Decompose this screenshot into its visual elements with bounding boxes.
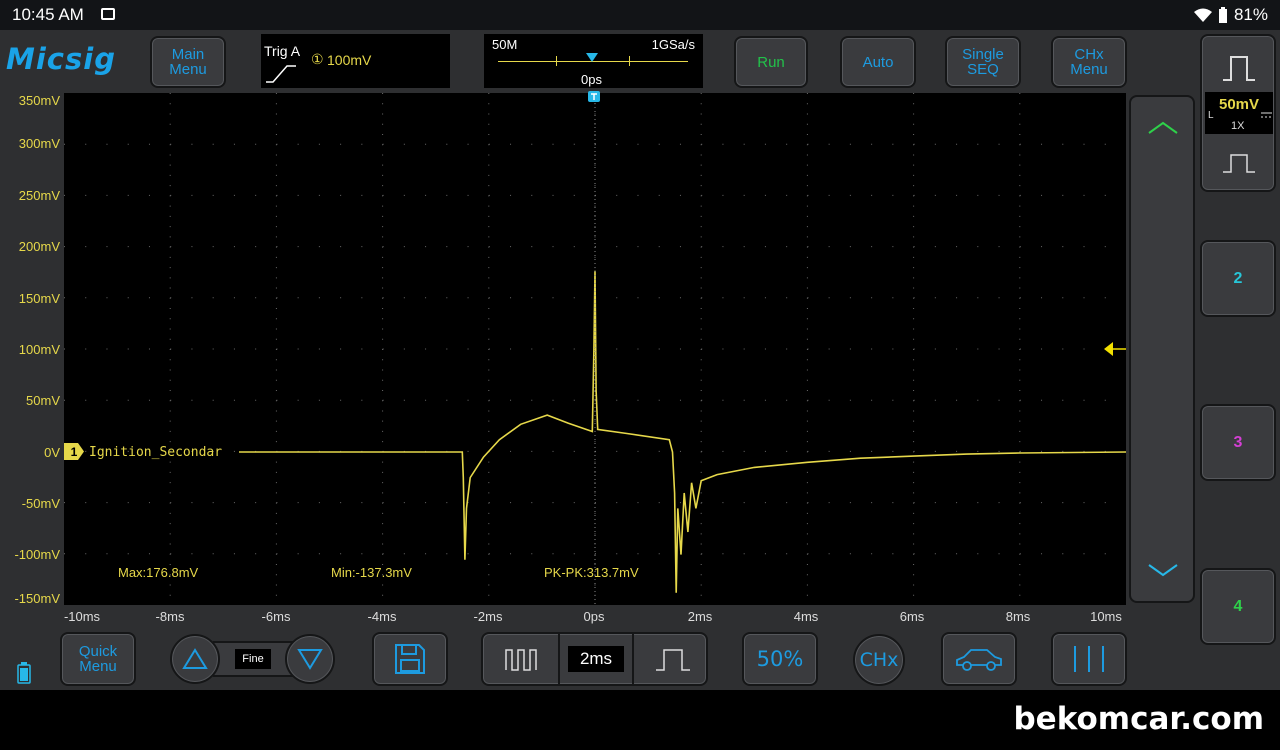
channel-2-label: 2 (1233, 269, 1243, 287)
channel-1-label: Ignition_Secondar (89, 445, 223, 460)
cursor-menu-button[interactable] (1051, 632, 1127, 686)
y-tick-label: 300mV (18, 136, 60, 151)
fifty-percent-button[interactable]: 50% (742, 632, 818, 686)
battery-icon (1218, 7, 1227, 23)
trigger-position-marker-icon (586, 53, 598, 62)
channel-1-control[interactable]: 50mV L 1X (1200, 34, 1276, 192)
x-tick-label: -4ms (367, 609, 397, 624)
trigger-channel: ① (311, 51, 324, 67)
y-tick-label: 150mV (18, 291, 60, 306)
car-icon (956, 649, 1002, 671)
channel-1-scale: 50mV (1219, 96, 1260, 113)
x-tick-label: 10ms (1090, 609, 1122, 624)
save-disk-icon (395, 644, 425, 674)
channel-3-label: 3 (1233, 433, 1243, 451)
status-bar: 10:45 AM 81% (0, 0, 1280, 30)
increase-button[interactable] (170, 634, 220, 684)
trigger-level-marker-icon[interactable] (1104, 342, 1126, 356)
timebase-decrease-icon[interactable] (505, 646, 539, 672)
x-tick-label: -2ms (473, 609, 503, 624)
channel-1-probe: 1X (1231, 120, 1245, 132)
main-menu-button[interactable]: Main Menu (150, 36, 226, 88)
memory-depth: 50M (492, 37, 518, 52)
battery-percent: 81% (1233, 5, 1268, 24)
timebase-value-cell: 2ms (558, 634, 634, 684)
vertical-cursors-icon (1074, 646, 1104, 672)
trigger-position: 0ps (581, 72, 602, 87)
y-tick-label: -100mV (14, 547, 60, 562)
dc-coupling-icon (1261, 112, 1272, 118)
battery-status-icon (17, 662, 31, 684)
chevron-down-icon[interactable] (1147, 563, 1179, 577)
quick-menu-button[interactable]: Quick Menu (60, 632, 136, 686)
sample-rate: 1GSa/s (651, 37, 695, 52)
chevron-up-icon[interactable] (1147, 121, 1179, 135)
timebase-control: 2ms (481, 632, 708, 686)
x-tick-label: 8ms (1005, 609, 1031, 624)
trigger-time-marker-icon[interactable] (588, 91, 600, 105)
single-seq-button[interactable]: Single SEQ (945, 36, 1021, 88)
automotive-button[interactable] (941, 632, 1017, 686)
x-tick-label: -8ms (155, 609, 185, 624)
channel-4-label: 4 (1233, 597, 1243, 615)
channel-2-button[interactable]: 2 (1200, 240, 1276, 317)
channel-4-button[interactable]: 4 (1200, 568, 1276, 645)
chx-menu-button[interactable]: CHx Menu (1051, 36, 1127, 88)
micsig-logo: Micsig (6, 42, 116, 76)
trigger-level: 100mV (327, 52, 372, 68)
triangle-down-icon (297, 649, 323, 670)
waveform-display[interactable] (64, 93, 1126, 605)
y-tick-label: 0V (44, 445, 60, 460)
x-tick-label: 0ps (583, 609, 605, 624)
x-tick-label: 6ms (899, 609, 925, 624)
channel-1-coupling: L (1208, 110, 1214, 121)
triangle-up-icon (182, 648, 208, 669)
timebase-increase-icon[interactable] (655, 646, 691, 672)
y-tick-label: 250mV (18, 188, 60, 203)
x-tick-label: 2ms (687, 609, 713, 624)
channel-1-scale-box: 50mV L 1X (1205, 92, 1273, 134)
pulse-wave-small-icon (1223, 154, 1255, 173)
y-tick-label: 200mV (18, 239, 60, 254)
decrease-button[interactable] (285, 634, 335, 684)
trigger-panel[interactable]: Trig A ① 100mV (261, 34, 450, 88)
clock: 10:45 AM (12, 5, 84, 24)
y-tick-label: -150mV (14, 591, 60, 606)
save-button[interactable] (372, 632, 448, 686)
x-tick-label: -6ms (261, 609, 291, 624)
y-tick-label: -50mV (21, 496, 60, 511)
watermark: bekomcar.com (1013, 701, 1264, 737)
max-measurement: Max:176.8mV (118, 565, 199, 580)
trigger-label: Trig A (264, 43, 301, 59)
pkpk-measurement: PK-PK:313.7mV (544, 565, 639, 580)
auto-button[interactable]: Auto (840, 36, 916, 88)
y-tick-label: 350mV (18, 93, 60, 108)
x-tick-label: 4ms (793, 609, 819, 624)
y-tick-label: 50mV (26, 393, 60, 408)
image-notification-icon (101, 8, 115, 20)
vertical-position-strip[interactable] (1129, 95, 1195, 603)
min-measurement: Min:-137.3mV (331, 565, 412, 580)
pulse-wave-icon (1223, 56, 1255, 81)
timebase-panel[interactable]: 50M 1GSa/s 0ps (484, 34, 703, 88)
y-tick-label: 100mV (18, 342, 60, 357)
run-button[interactable]: Run (734, 36, 808, 88)
fine-toggle[interactable]: Fine (235, 649, 271, 669)
timebase-value[interactable]: 2ms (568, 646, 624, 672)
channel-3-button[interactable]: 3 (1200, 404, 1276, 481)
wifi-icon (1193, 8, 1212, 22)
rising-edge-icon (266, 65, 296, 83)
chx-button[interactable]: CHx (853, 634, 905, 686)
x-tick-label: -10ms (63, 609, 101, 624)
